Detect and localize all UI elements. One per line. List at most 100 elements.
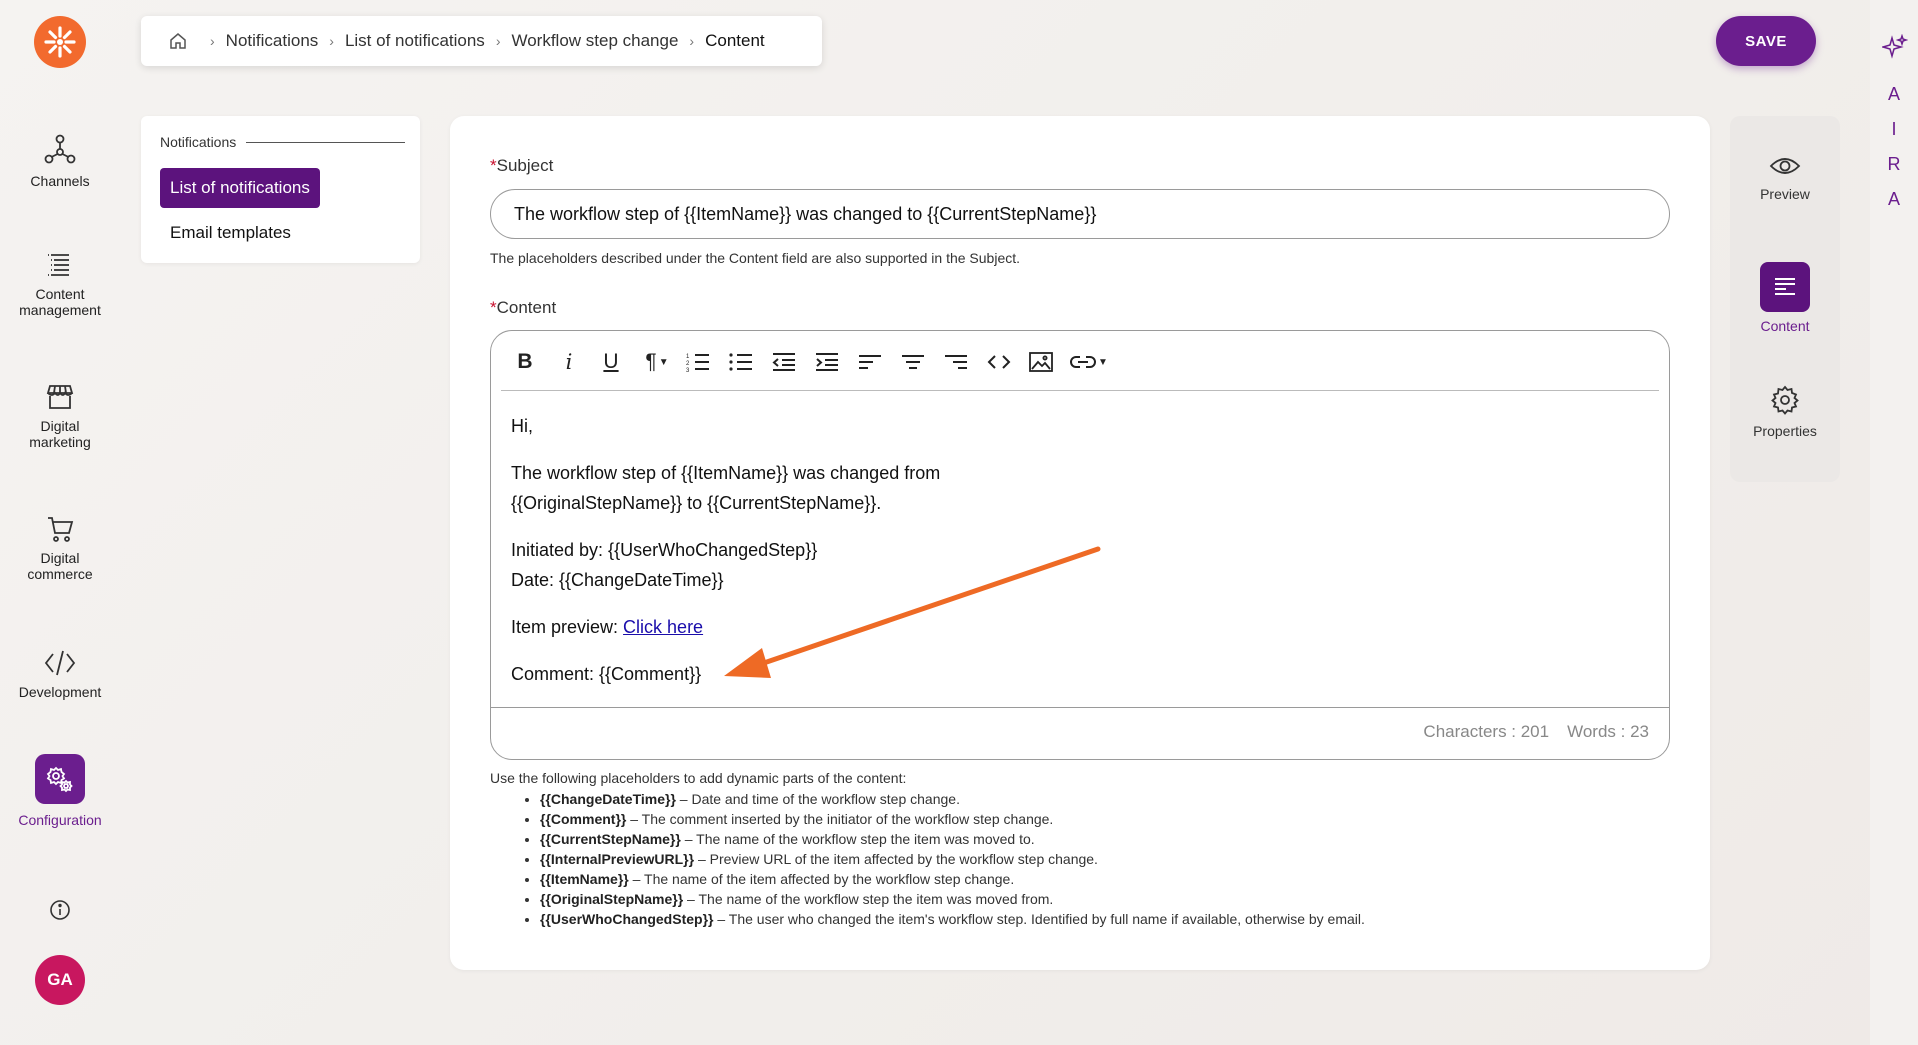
code-view-button[interactable] — [985, 349, 1013, 375]
placeholder-item: {{UserWhoChangedStep}} – The user who ch… — [540, 909, 1365, 929]
editor-paragraph: Comment: {{Comment}} — [511, 664, 702, 684]
save-button[interactable]: SAVE — [1716, 16, 1816, 66]
app-logo[interactable] — [34, 16, 86, 68]
italic-button[interactable]: i — [557, 349, 581, 375]
notifications-subnav: Notifications List of notifications Emai… — [141, 116, 420, 263]
indent-icon — [816, 353, 838, 371]
ordered-list-icon: 123 — [686, 354, 709, 372]
placeholder-item: {{Comment}} – The comment inserted by th… — [540, 809, 1365, 829]
breadcrumb-item-notifications[interactable]: Notifications — [226, 31, 319, 51]
rail-item-configuration[interactable]: Configuration — [0, 754, 120, 828]
aira-letter[interactable]: A — [1870, 84, 1918, 105]
placeholders-intro: Use the following placeholders to add dy… — [490, 770, 907, 786]
align-left-button[interactable] — [856, 349, 884, 375]
svg-text:1: 1 — [686, 354, 690, 360]
align-left-icon — [859, 355, 881, 369]
breadcrumb-item-workflow-step-change[interactable]: Workflow step change — [511, 31, 678, 51]
item-view-panel: Preview Content Properties — [1730, 116, 1840, 482]
editor-paragraph: Hi, — [511, 416, 533, 436]
placeholders-list: {{ChangeDateTime}} – Date and time of th… — [540, 789, 1365, 929]
gear-icon — [1771, 385, 1799, 415]
editor-paragraph: The workflow step of {{ItemName}} was ch… — [511, 463, 941, 513]
chevron-down-icon: ▼ — [1098, 356, 1108, 368]
ordered-list-button[interactable]: 123 — [684, 349, 712, 375]
svg-text:3: 3 — [686, 368, 690, 372]
insert-link-button[interactable]: ▼ — [1069, 349, 1109, 375]
aira-letter[interactable]: I — [1870, 119, 1918, 140]
pilcrow-icon: ¶ — [645, 350, 657, 373]
bold-button[interactable]: B — [513, 349, 537, 375]
breadcrumb-item-list-of-notifications[interactable]: List of notifications — [345, 31, 485, 51]
rail-item-label: Content — [35, 286, 85, 302]
breadcrumb-separator: › — [329, 33, 334, 49]
sparkle-icon[interactable] — [1880, 33, 1909, 65]
tab-label: Properties — [1753, 423, 1817, 439]
tab-label: Preview — [1760, 186, 1810, 202]
rich-text-editor: B i U ¶ ▼ 123 ▼ Hi, The workflow step of… — [490, 330, 1670, 760]
editor-paragraph: Initiated by: {{UserWhoChangedStep}} Date… — [511, 540, 818, 590]
outdent-button[interactable] — [770, 349, 798, 375]
placeholder-item: {{ChangeDateTime}} – Date and time of th… — [540, 789, 1365, 809]
preview-link[interactable]: Click here — [623, 617, 703, 637]
subnav-heading: Notifications — [160, 134, 405, 150]
rail-item-content-management[interactable]: Content management — [0, 250, 120, 318]
placeholder-item: {{InternalPreviewURL}} – Preview URL of … — [540, 849, 1365, 869]
svg-text:2: 2 — [686, 361, 690, 367]
user-avatar[interactable]: GA — [35, 955, 85, 1005]
outdent-icon — [772, 353, 795, 371]
tab-content[interactable]: Content — [1730, 262, 1840, 334]
underline-button[interactable]: U — [599, 349, 623, 375]
content-management-icon — [48, 254, 69, 276]
link-icon — [1070, 356, 1096, 368]
breadcrumb-separator: › — [495, 33, 501, 49]
rail-item-label: Digital — [40, 550, 80, 566]
content-document-icon — [1775, 278, 1795, 295]
breadcrumb-current: Content — [705, 31, 765, 50]
code-icon — [44, 650, 76, 676]
rail-item-label: Configuration — [18, 812, 102, 828]
insert-image-button[interactable] — [1027, 349, 1055, 375]
aira-letter[interactable]: A — [1870, 189, 1918, 210]
rail-item-digital-marketing[interactable]: Digital marketing — [0, 382, 120, 450]
rail-item-channels[interactable]: Channels — [0, 133, 120, 189]
editor-status-bar: Characters : 201 Words : 23 — [491, 707, 1669, 759]
aira-sidebar: A I R A — [1870, 0, 1918, 1045]
paragraph-format-button[interactable]: ¶ ▼ — [639, 349, 675, 375]
rail-item-label: management — [19, 302, 101, 318]
chevron-down-icon: ▼ — [658, 356, 669, 368]
character-count: Characters : 201 — [1423, 722, 1550, 741]
subnav-item-list-of-notifications[interactable]: List of notifications — [160, 168, 320, 208]
align-right-button[interactable] — [942, 349, 970, 375]
subject-input[interactable] — [490, 189, 1670, 239]
main-navigation-rail: Channels Content management Digital mark… — [0, 0, 120, 1045]
subject-label: *Subject — [490, 156, 554, 175]
indent-button[interactable] — [813, 349, 841, 375]
content-form-card: *Subject The placeholders described unde… — [450, 116, 1710, 970]
tab-properties[interactable]: Properties — [1730, 385, 1840, 439]
tab-preview[interactable]: Preview — [1730, 154, 1840, 202]
rail-item-development[interactable]: Development — [0, 648, 120, 700]
rail-item-label: Digital — [40, 418, 80, 434]
info-icon[interactable] — [48, 898, 72, 927]
editor-toolbar: B i U ¶ ▼ 123 ▼ — [491, 331, 1669, 391]
home-icon[interactable] — [169, 32, 187, 50]
unordered-list-button[interactable] — [727, 349, 755, 375]
breadcrumb: › Notifications › List of notifications … — [141, 16, 822, 66]
align-right-icon — [945, 355, 967, 369]
rail-item-label: commerce — [27, 566, 93, 582]
tab-label: Content — [1760, 318, 1810, 334]
placeholder-item: {{ItemName}} – The name of the item affe… — [540, 869, 1365, 889]
editor-content-area[interactable]: Hi, The workflow step of {{ItemName}} wa… — [511, 411, 1611, 706]
align-center-icon — [902, 355, 924, 369]
rail-item-label: Development — [18, 684, 102, 700]
rail-item-label: Channels — [30, 173, 90, 189]
channels-icon — [44, 134, 76, 164]
breadcrumb-separator: › — [689, 33, 695, 49]
storefront-icon — [46, 385, 74, 409]
eye-icon — [1769, 158, 1801, 174]
rail-item-digital-commerce[interactable]: Digital commerce — [0, 514, 120, 582]
align-center-button[interactable] — [899, 349, 927, 375]
aira-letter[interactable]: R — [1870, 154, 1918, 175]
unordered-list-icon — [729, 353, 752, 371]
subnav-item-email-templates[interactable]: Email templates — [170, 223, 291, 243]
